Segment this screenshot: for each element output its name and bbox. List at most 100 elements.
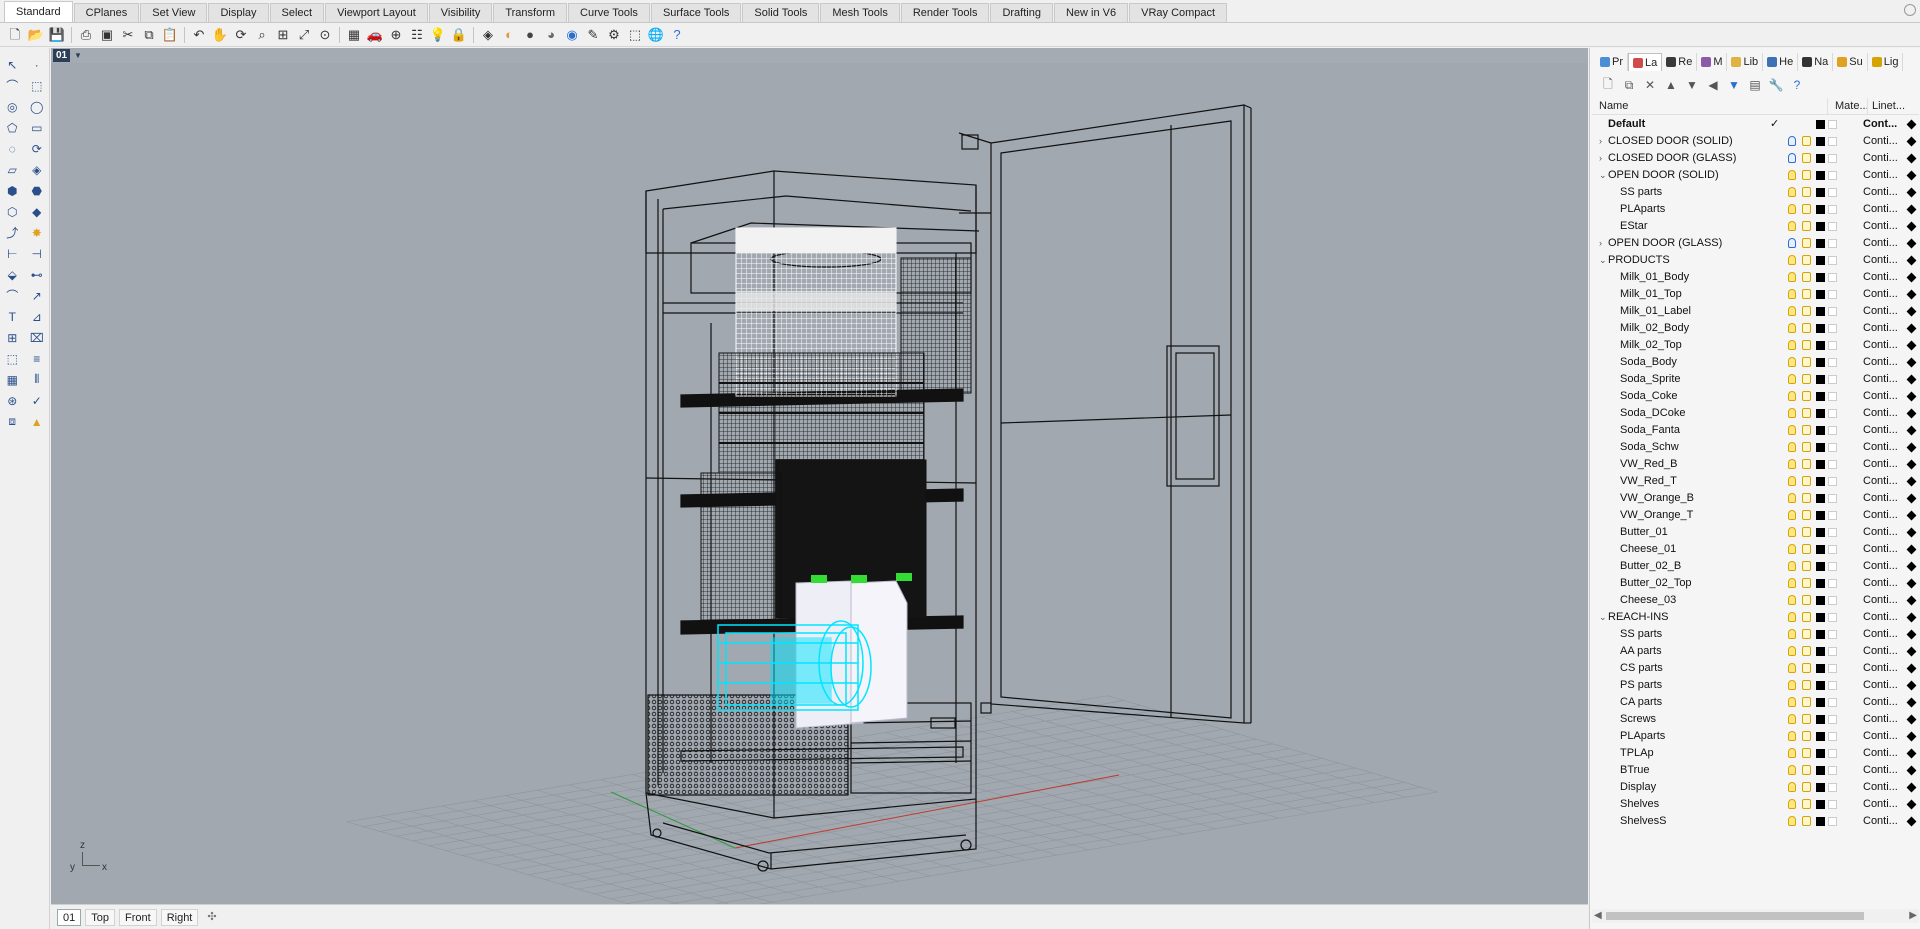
viewport-tab-right[interactable]: Right <box>160 908 199 926</box>
layer-linetype[interactable]: Conti... <box>1863 541 1898 558</box>
layer-linetype[interactable]: Conti... <box>1863 371 1898 388</box>
layer-linetype[interactable]: Conti... <box>1863 150 1898 167</box>
layer-color-swatch[interactable] <box>1816 511 1825 520</box>
layer-linetype[interactable]: Conti... <box>1863 422 1898 439</box>
print-color-icon[interactable] <box>1906 187 1917 198</box>
tab-drafting[interactable]: Drafting <box>990 3 1053 22</box>
layer-color-swatch[interactable] <box>1816 375 1825 384</box>
lock-icon[interactable] <box>1802 204 1811 214</box>
layer-linetype[interactable]: Conti... <box>1863 711 1898 728</box>
layer-row[interactable]: SS parts Conti... <box>1592 626 1919 643</box>
visibility-bulb-icon[interactable] <box>1788 187 1796 197</box>
new-sublayer-icon[interactable]: ⧉ <box>1621 77 1637 93</box>
layer-row[interactable]: Soda_Schw Conti... <box>1592 439 1919 456</box>
layer-row[interactable]: VW_Red_B Conti... <box>1592 456 1919 473</box>
layer-material-swatch[interactable] <box>1828 545 1837 554</box>
layer-linetype[interactable]: Conti... <box>1863 813 1898 830</box>
layer-color-swatch[interactable] <box>1816 681 1825 690</box>
rect-tool-icon[interactable]: ▭ <box>28 119 46 137</box>
visibility-bulb-icon[interactable] <box>1788 442 1796 452</box>
layer-linetype[interactable]: Conti... <box>1863 218 1898 235</box>
lock-icon[interactable] <box>1802 323 1811 333</box>
layer-linetype[interactable]: Cont... <box>1863 116 1897 133</box>
dimension-icon[interactable]: ⊿ <box>28 308 46 326</box>
layer-row[interactable]: ShelvesS Conti... <box>1592 813 1919 830</box>
polygon-icon[interactable]: ⬠ <box>3 119 21 137</box>
layer-material-swatch[interactable] <box>1828 154 1837 163</box>
lock-icon[interactable] <box>1802 289 1811 299</box>
lock-icon[interactable] <box>1802 374 1811 384</box>
rectangle-icon[interactable]: ⬚ <box>28 77 46 95</box>
lock-icon[interactable] <box>1802 170 1811 180</box>
lock-icon[interactable] <box>1802 782 1811 792</box>
layer-name[interactable]: Soda_Schw <box>1620 439 1679 456</box>
zoom-icon[interactable]: ⌕ <box>253 26 271 44</box>
layer-name[interactable]: Soda_Coke <box>1620 388 1678 405</box>
layer-name[interactable]: AA parts <box>1620 643 1662 660</box>
layer-color-swatch[interactable] <box>1816 800 1825 809</box>
light-bulb-icon[interactable]: 💡 <box>429 26 447 44</box>
open-icon[interactable]: 📂 <box>27 26 45 44</box>
tab-render-tools[interactable]: Render Tools <box>900 3 990 22</box>
layer-color-swatch[interactable] <box>1816 613 1825 622</box>
layer-material-swatch[interactable] <box>1828 596 1837 605</box>
layer-name[interactable]: Milk_01_Top <box>1620 286 1682 303</box>
print-color-icon[interactable] <box>1906 459 1917 470</box>
print-color-icon[interactable] <box>1906 204 1917 215</box>
layer-row[interactable]: Milk_01_Body Conti... <box>1592 269 1919 286</box>
layer-color-swatch[interactable] <box>1816 205 1825 214</box>
lock-icon[interactable] <box>1802 697 1811 707</box>
print-color-icon[interactable] <box>1906 748 1917 759</box>
layer-row[interactable]: PLAparts Conti... <box>1592 728 1919 745</box>
layer-name[interactable]: PRODUCTS <box>1608 252 1670 269</box>
select-arrow-icon[interactable]: ↖ <box>3 56 21 74</box>
column-linetype-header[interactable]: Linet... <box>1867 98 1917 114</box>
visibility-bulb-icon[interactable] <box>1788 680 1796 690</box>
array-icon[interactable]: ⊞ <box>3 329 21 347</box>
expand-icon[interactable]: › <box>1599 150 1607 167</box>
lock-icon[interactable] <box>1802 306 1811 316</box>
layer-row[interactable]: CA parts Conti... <box>1592 694 1919 711</box>
new-file-icon[interactable]: 🗋 <box>6 26 24 44</box>
layer-color-swatch[interactable] <box>1816 120 1825 129</box>
layer-row[interactable]: Milk_01_Top Conti... <box>1592 286 1919 303</box>
layer-linetype[interactable]: Conti... <box>1863 728 1898 745</box>
layer-name[interactable]: Milk_01_Label <box>1620 303 1691 320</box>
layer-row[interactable]: Milk_02_Body Conti... <box>1592 320 1919 337</box>
layer-material-swatch[interactable] <box>1828 239 1837 248</box>
layer-name[interactable]: Shelves <box>1620 796 1659 813</box>
layer-material-swatch[interactable] <box>1828 290 1837 299</box>
layer-material-swatch[interactable] <box>1828 375 1837 384</box>
print-color-icon[interactable] <box>1906 408 1917 419</box>
layer-linetype[interactable]: Conti... <box>1863 286 1898 303</box>
lock-icon[interactable] <box>1802 187 1811 197</box>
panel-tab-pr[interactable]: Pr <box>1596 53 1628 71</box>
layer-name[interactable]: REACH-INS <box>1608 609 1669 626</box>
layer-row[interactable]: ⌄ OPEN DOOR (SOLID) Conti... <box>1592 167 1919 184</box>
layer-name[interactable]: Cheese_01 <box>1620 541 1676 558</box>
curve-icon[interactable]: ⌒ <box>3 77 21 95</box>
layer-row[interactable]: Butter_02_B Conti... <box>1592 558 1919 575</box>
layer-color-swatch[interactable] <box>1816 647 1825 656</box>
visibility-bulb-icon[interactable] <box>1788 612 1796 622</box>
layer-name[interactable]: VW_Red_T <box>1620 473 1677 490</box>
tab-visibility[interactable]: Visibility <box>428 3 493 22</box>
layer-name[interactable]: SS parts <box>1620 184 1662 201</box>
tab-set-view[interactable]: Set View <box>140 3 208 22</box>
visibility-bulb-icon[interactable] <box>1788 765 1796 775</box>
layer-material-swatch[interactable] <box>1828 511 1837 520</box>
lock-icon[interactable] <box>1802 646 1811 656</box>
layer-row[interactable]: Butter_01 Conti... <box>1592 524 1919 541</box>
lock-icon[interactable] <box>1802 765 1811 775</box>
layer-color-swatch[interactable] <box>1816 715 1825 724</box>
lock-icon[interactable] <box>1802 510 1811 520</box>
lock-icon[interactable] <box>1802 714 1811 724</box>
perspective-viewport[interactable]: z y x <box>51 63 1588 904</box>
layer-row[interactable]: › CLOSED DOOR (GLASS) Conti... <box>1592 150 1919 167</box>
check-icon[interactable]: ✓ <box>28 392 46 410</box>
visibility-bulb-icon[interactable] <box>1788 272 1796 282</box>
undo-icon[interactable]: ↶ <box>190 26 208 44</box>
layer-color-swatch[interactable] <box>1816 630 1825 639</box>
print-color-icon[interactable] <box>1906 782 1917 793</box>
lock-icon[interactable] <box>1802 442 1811 452</box>
